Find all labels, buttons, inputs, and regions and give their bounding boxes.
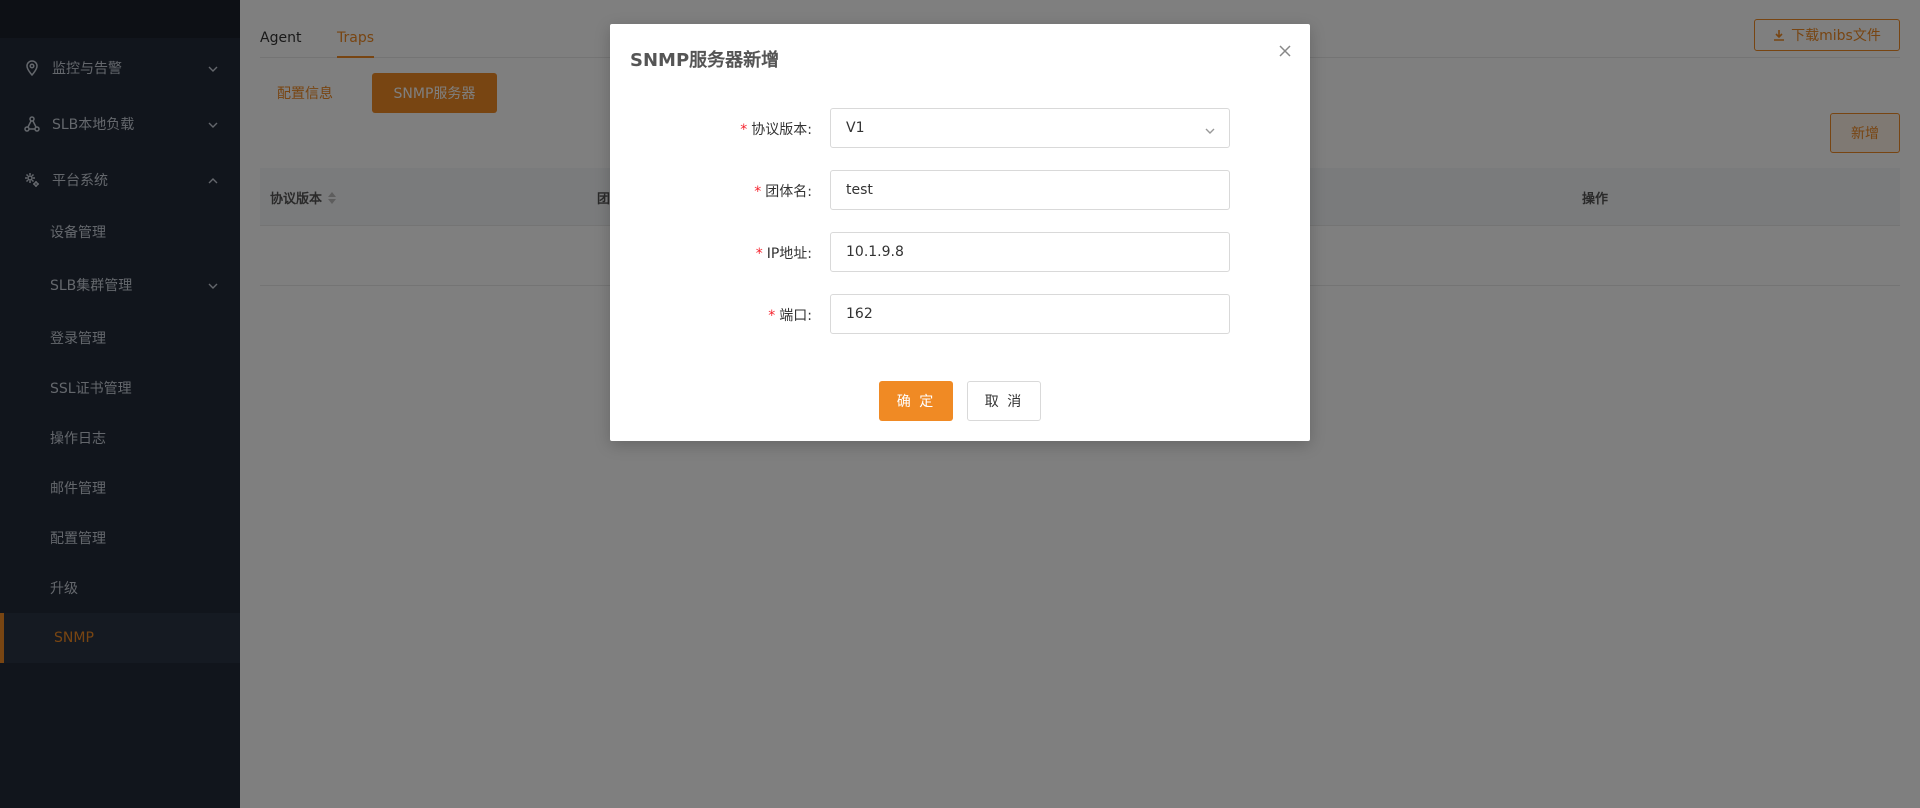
chevron-down-icon [1205, 124, 1215, 134]
dialog-title: SNMP服务器新增 [630, 50, 780, 71]
port-input[interactable] [830, 294, 1230, 334]
field-label: * IP地址: [756, 243, 812, 263]
field-label-text: 协议版本: [751, 122, 812, 138]
field-label-text: IP地址: [766, 246, 812, 262]
required-mark: * [740, 122, 748, 138]
confirm-button[interactable]: 确 定 [879, 381, 953, 421]
community-name-input[interactable] [830, 170, 1230, 210]
protocol-version-select[interactable]: V1 [830, 108, 1230, 148]
required-mark: * [754, 184, 762, 200]
required-mark: * [755, 246, 763, 262]
field-label-text: 团体名: [765, 184, 812, 200]
cancel-button[interactable]: 取 消 [967, 381, 1041, 421]
field-label: * 端口: [768, 305, 812, 325]
snmp-server-add-dialog: SNMP服务器新增 *协议版本: V1 *团体名: *IP地址: *端口: 确 … [610, 24, 1310, 441]
form-row-community-name: * 团体名: [610, 170, 1310, 210]
required-mark: * [768, 308, 776, 324]
field-label: * 团体名: [754, 181, 812, 201]
form-row-port: * 端口: [610, 294, 1310, 334]
form-row-protocol-version: * 协议版本: V1 [610, 108, 1310, 148]
field-label-text: 端口: [779, 308, 812, 324]
ip-address-input[interactable] [830, 232, 1230, 272]
close-icon[interactable] [1278, 44, 1292, 58]
selected-value: V1 [846, 120, 865, 136]
form-row-ip-address: * IP地址: [610, 232, 1310, 272]
field-label: * 协议版本: [740, 119, 812, 139]
